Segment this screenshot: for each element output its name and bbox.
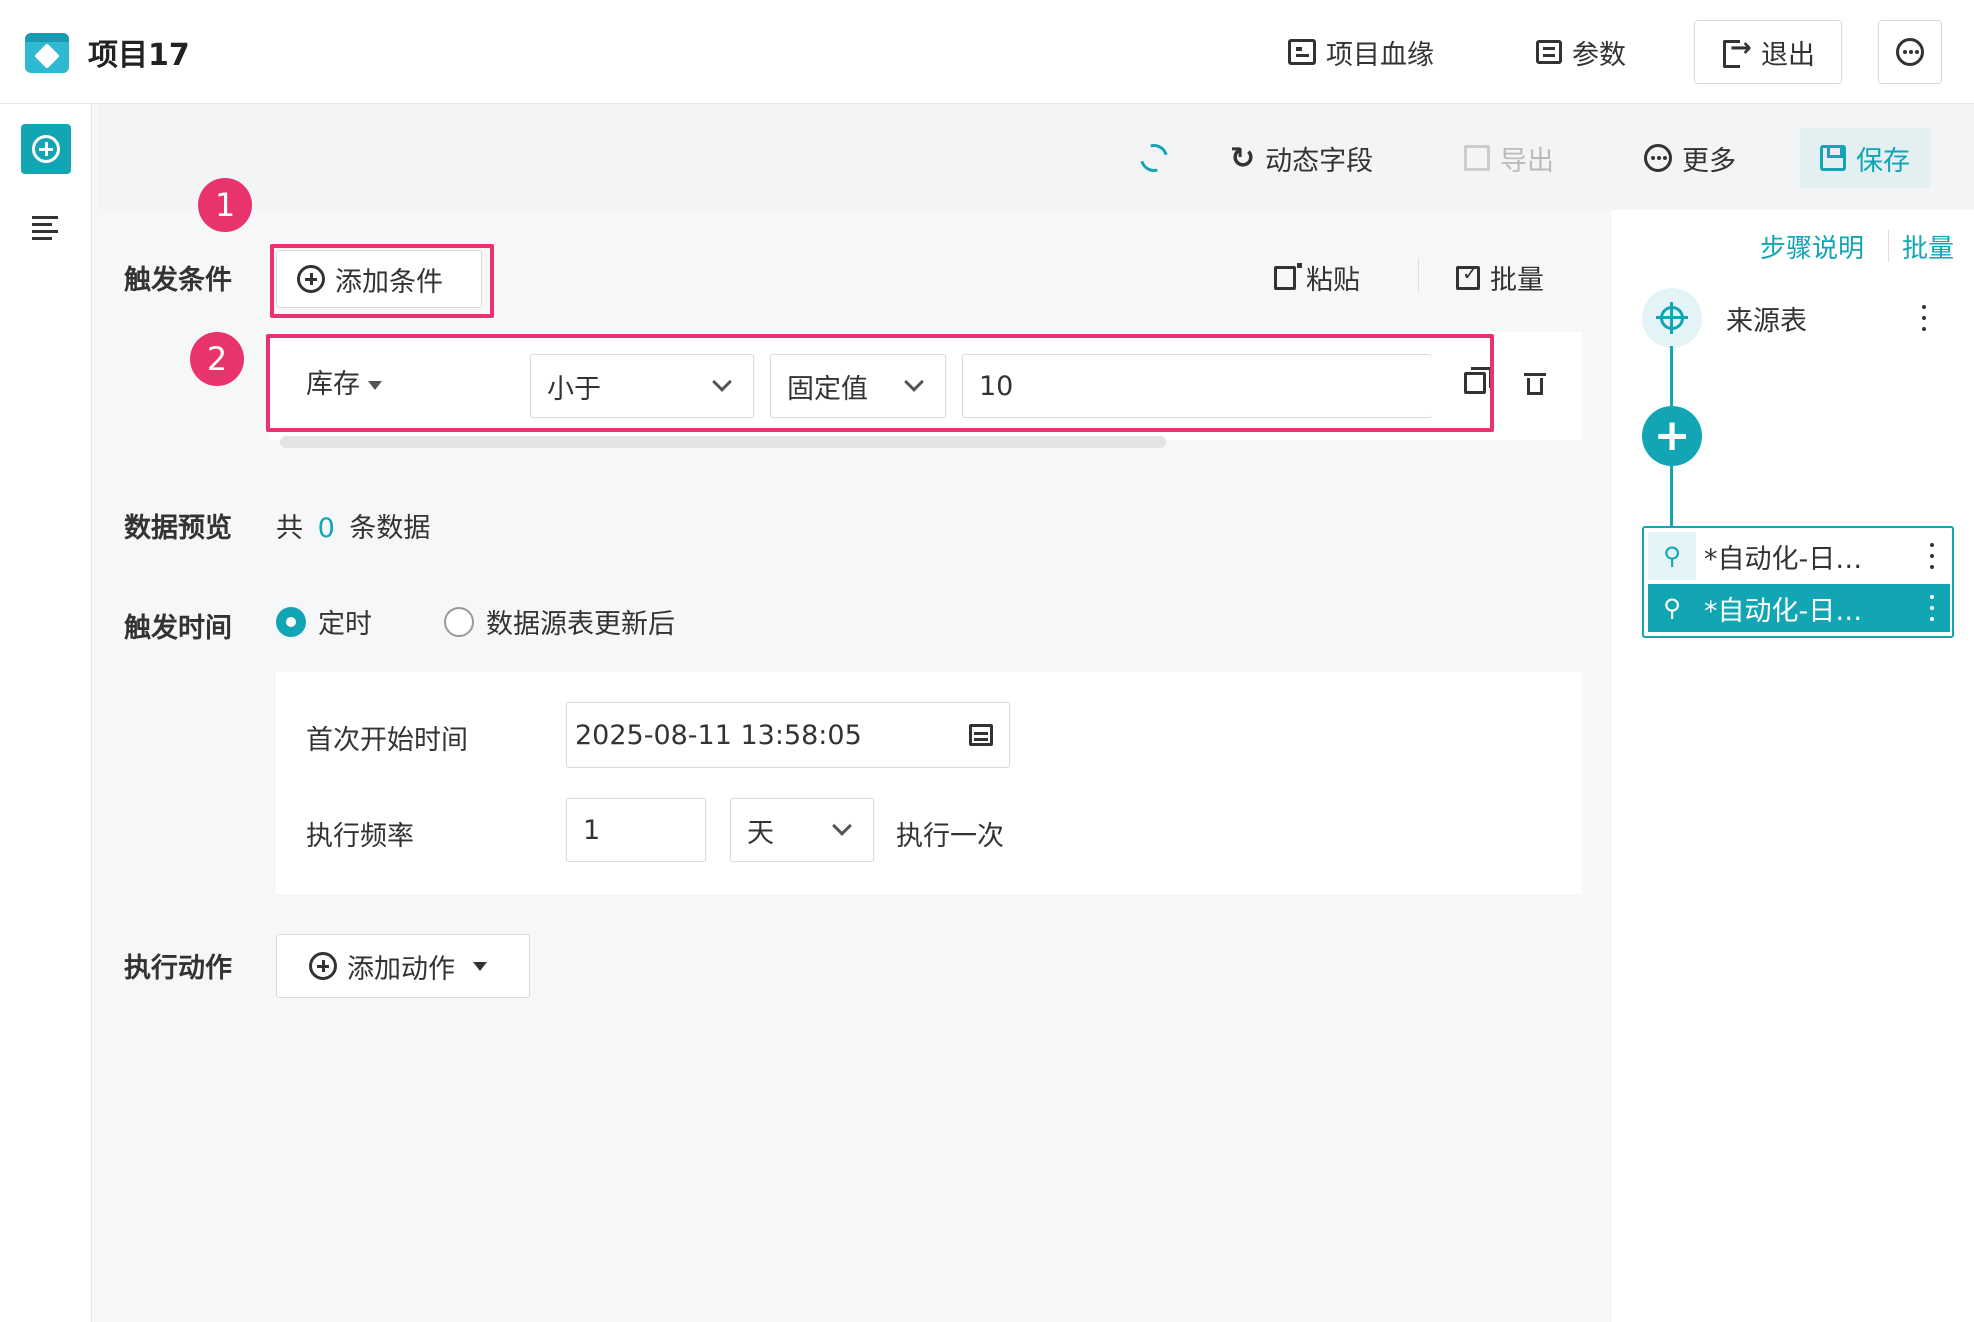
plus-circle-icon (32, 135, 60, 163)
batch-link[interactable]: 批量 (1902, 228, 1954, 265)
exit-icon (1721, 33, 1752, 68)
kebab-menu-icon[interactable] (1922, 305, 1926, 309)
paste-icon (1274, 262, 1302, 290)
step-item-selected[interactable]: ⚲ *自动化-日… (1648, 584, 1950, 632)
add-step-button[interactable]: + (1642, 406, 1702, 466)
project-lineage-button[interactable]: 项目血缘 (1288, 20, 1434, 84)
kebab-menu-icon[interactable] (1930, 543, 1934, 547)
radio-checked-icon (276, 606, 306, 637)
frequency-unit-select[interactable]: 天 (730, 798, 874, 862)
chevron-down-icon (832, 816, 852, 836)
preview-count: 0 (317, 513, 335, 544)
batch-icon (1456, 261, 1480, 290)
annotation-badge-1: 1 (198, 178, 252, 232)
dynamic-field-icon: ↻ (1230, 140, 1256, 176)
app-logo-icon (25, 33, 69, 73)
plus-circle-icon (309, 952, 337, 980)
list-menu-icon[interactable] (32, 216, 60, 240)
refresh-button[interactable] (1134, 128, 1174, 188)
frequency-value-input[interactable]: 1 (566, 798, 706, 862)
flow-connector (1670, 466, 1673, 528)
params-button[interactable]: 参数 (1536, 20, 1626, 84)
step-description-link[interactable]: 步骤说明 (1760, 228, 1864, 265)
radio-after-source-update[interactable]: 数据源表更新后 (444, 602, 675, 641)
execute-action-label: 执行动作 (124, 953, 232, 984)
kebab-menu-icon[interactable] (1930, 595, 1934, 599)
lineage-icon (1288, 39, 1316, 65)
calendar-icon (969, 724, 993, 746)
toolbar-divider (1418, 258, 1419, 292)
more-dots-icon (1896, 38, 1924, 66)
highlight-box-condition (266, 334, 1494, 432)
annotation-badge-2: 2 (190, 332, 244, 386)
paste-button[interactable]: 粘贴 (1274, 258, 1360, 297)
save-button[interactable]: 保存 (1800, 128, 1930, 188)
exit-button[interactable]: 退出 (1694, 20, 1842, 84)
editor-toolbar: ↻ 动态字段 导出 更多 保存 (98, 104, 1974, 210)
add-condition-button[interactable]: 添加条件 (276, 250, 482, 308)
schedule-panel: 首次开始时间 2025-08-11 13:58:05 执行频率 1 天 执行一次 (276, 672, 1582, 894)
batch-button[interactable]: 批量 (1456, 258, 1544, 297)
target-icon (1642, 288, 1702, 348)
left-rail (0, 104, 92, 1322)
data-preview-summary: 共 0 条数据 (276, 513, 431, 544)
horizontal-scrollbar[interactable] (280, 436, 1166, 448)
rule-form: 1 触发条件 添加条件 粘贴 批量 2 库存 小于 固定值 (98, 178, 1610, 1322)
more-dots-icon (1644, 144, 1672, 172)
first-start-label: 首次开始时间 (306, 725, 468, 756)
trigger-time-label: 触发时间 (124, 613, 232, 644)
delete-condition-button[interactable] (1524, 370, 1546, 396)
radio-unchecked-icon (444, 606, 474, 637)
source-table-node[interactable]: 来源表 (1642, 286, 1942, 350)
plus-circle-icon (297, 265, 325, 293)
rail-add-button[interactable] (21, 124, 71, 174)
project-title: 项目17 (88, 38, 190, 73)
trigger-condition-label: 触发条件 (124, 265, 232, 296)
flow-connector (1670, 346, 1673, 408)
app-frame: 项目17 项目血缘 参数 退出 (0, 0, 1974, 1322)
automation-icon: ⚲ (1663, 594, 1681, 622)
params-icon (1536, 40, 1562, 64)
data-preview-label: 数据预览 (124, 513, 232, 544)
link-divider (1888, 230, 1889, 262)
save-icon (1820, 145, 1846, 171)
trash-icon (1524, 370, 1546, 396)
automation-icon: ⚲ (1648, 532, 1696, 580)
step-group: ⚲ *自动化-日… ⚲ *自动化-日… (1642, 526, 1954, 638)
export-icon (1464, 145, 1490, 171)
step-item[interactable]: ⚲ *自动化-日… (1648, 532, 1950, 580)
flow-panel: 步骤说明 批量 来源表 + ⚲ *自动化-日… ⚲ *自动化-日… (1612, 210, 1974, 1322)
dynamic-field-button[interactable]: ↻ 动态字段 (1230, 128, 1373, 188)
first-start-datetime-input[interactable]: 2025-08-11 13:58:05 (566, 702, 1010, 768)
header-more-button[interactable] (1878, 20, 1942, 84)
frequency-suffix: 执行一次 (896, 821, 1004, 852)
caret-down-icon (473, 961, 487, 971)
export-button[interactable]: 导出 (1464, 128, 1554, 188)
top-header: 项目17 项目血缘 参数 退出 (0, 0, 1974, 104)
frequency-label: 执行频率 (306, 821, 414, 852)
refresh-icon (1134, 138, 1174, 178)
more-button[interactable]: 更多 (1644, 128, 1736, 188)
radio-scheduled[interactable]: 定时 (276, 602, 372, 641)
add-action-button[interactable]: 添加动作 (276, 934, 530, 998)
